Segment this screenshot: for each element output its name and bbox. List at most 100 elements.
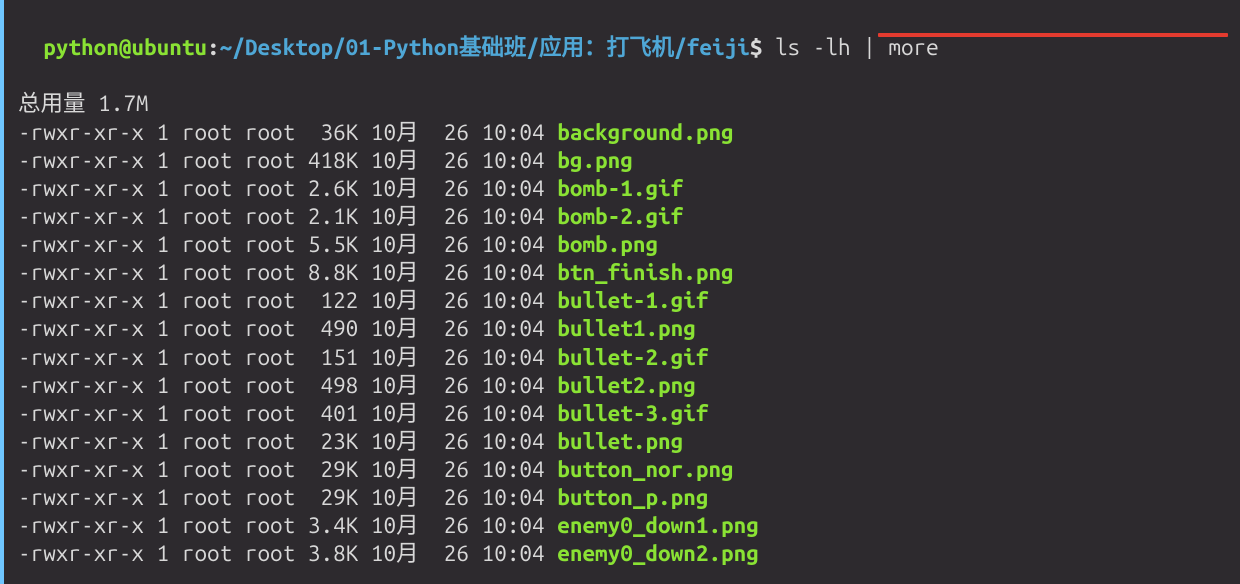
file-group: root	[245, 288, 295, 313]
file-size: 2.1K	[308, 204, 358, 229]
file-name: bomb-2.gif	[557, 204, 683, 229]
file-permissions: -rwxr-xr-x	[18, 148, 144, 173]
total-usage-line: 总用量 1.7M	[18, 90, 1232, 118]
file-row: -rwxr-xr-x 1 root root 490 10月 26 10:04 …	[18, 315, 1232, 343]
file-day: 26	[431, 288, 469, 313]
file-owner: root	[182, 288, 232, 313]
file-day: 26	[431, 345, 469, 370]
file-row: -rwxr-xr-x 1 root root 3.8K 10月 26 10:04…	[18, 540, 1232, 568]
file-group: root	[245, 541, 295, 566]
file-group: root	[245, 429, 295, 454]
file-owner: root	[182, 541, 232, 566]
file-group: root	[245, 513, 295, 538]
file-links: 1	[157, 316, 170, 341]
file-row: -rwxr-xr-x 1 root root 36K 10月 26 10:04 …	[18, 119, 1232, 147]
file-name: bullet2.png	[557, 373, 696, 398]
file-size: 122	[308, 288, 358, 313]
file-time: 10:04	[482, 148, 545, 173]
file-row: -rwxr-xr-x 1 root root 498 10月 26 10:04 …	[18, 372, 1232, 400]
file-month: 10月	[371, 513, 419, 538]
file-row: -rwxr-xr-x 1 root root 2.1K 10月 26 10:04…	[18, 203, 1232, 231]
file-group: root	[245, 457, 295, 482]
file-permissions: -rwxr-xr-x	[18, 260, 144, 285]
file-time: 10:04	[482, 485, 545, 510]
file-day: 26	[431, 232, 469, 257]
file-permissions: -rwxr-xr-x	[18, 288, 144, 313]
file-group: root	[245, 345, 295, 370]
file-owner: root	[182, 345, 232, 370]
file-size: 401	[308, 401, 358, 426]
command-text: ls -lh | more	[762, 35, 938, 60]
file-month: 10月	[371, 345, 419, 370]
file-size: 2.6K	[308, 176, 358, 201]
file-owner: root	[182, 260, 232, 285]
file-listing: -rwxr-xr-x 1 root root 36K 10月 26 10:04 …	[18, 119, 1232, 569]
file-links: 1	[157, 513, 170, 538]
file-day: 26	[431, 373, 469, 398]
file-permissions: -rwxr-xr-x	[18, 401, 144, 426]
file-day: 26	[431, 260, 469, 285]
file-group: root	[245, 204, 295, 229]
file-size: 23K	[308, 429, 358, 454]
file-group: root	[245, 485, 295, 510]
file-month: 10月	[371, 485, 419, 510]
file-name: bullet-2.gif	[557, 345, 708, 370]
file-size: 8.8K	[308, 260, 358, 285]
file-group: root	[245, 120, 295, 145]
file-group: root	[245, 260, 295, 285]
file-row: -rwxr-xr-x 1 root root 8.8K 10月 26 10:04…	[18, 259, 1232, 287]
file-permissions: -rwxr-xr-x	[18, 457, 144, 482]
file-day: 26	[431, 429, 469, 454]
file-name: button_p.png	[557, 485, 708, 510]
file-row: -rwxr-xr-x 1 root root 29K 10月 26 10:04 …	[18, 456, 1232, 484]
file-month: 10月	[371, 541, 419, 566]
file-time: 10:04	[482, 373, 545, 398]
file-permissions: -rwxr-xr-x	[18, 176, 144, 201]
file-permissions: -rwxr-xr-x	[18, 373, 144, 398]
file-row: -rwxr-xr-x 1 root root 5.5K 10月 26 10:04…	[18, 231, 1232, 259]
annotation-underline	[878, 33, 1228, 37]
file-month: 10月	[371, 120, 419, 145]
file-name: bullet-3.gif	[557, 401, 708, 426]
file-row: -rwxr-xr-x 1 root root 418K 10月 26 10:04…	[18, 147, 1232, 175]
file-time: 10:04	[482, 288, 545, 313]
file-links: 1	[157, 373, 170, 398]
file-permissions: -rwxr-xr-x	[18, 513, 144, 538]
file-name: bullet.png	[557, 429, 683, 454]
file-permissions: -rwxr-xr-x	[18, 232, 144, 257]
file-size: 151	[308, 345, 358, 370]
prompt-user: python	[43, 35, 119, 60]
file-links: 1	[157, 485, 170, 510]
file-size: 3.8K	[308, 541, 358, 566]
file-permissions: -rwxr-xr-x	[18, 316, 144, 341]
file-time: 10:04	[482, 232, 545, 257]
file-links: 1	[157, 204, 170, 229]
file-size: 36K	[308, 120, 358, 145]
file-name: bullet1.png	[557, 316, 696, 341]
file-name: bg.png	[557, 148, 633, 173]
file-links: 1	[157, 260, 170, 285]
file-name: button_nor.png	[557, 457, 733, 482]
file-month: 10月	[371, 176, 419, 201]
file-links: 1	[157, 541, 170, 566]
terminal-prompt-line[interactable]: python@ubuntu:~/Desktop/01-Python基础班/应用：…	[18, 6, 1232, 90]
file-row: -rwxr-xr-x 1 root root 3.4K 10月 26 10:04…	[18, 512, 1232, 540]
file-group: root	[245, 316, 295, 341]
file-name: background.png	[557, 120, 733, 145]
file-time: 10:04	[482, 457, 545, 482]
file-month: 10月	[371, 401, 419, 426]
file-row: -rwxr-xr-x 1 root root 151 10月 26 10:04 …	[18, 344, 1232, 372]
file-permissions: -rwxr-xr-x	[18, 429, 144, 454]
file-time: 10:04	[482, 204, 545, 229]
file-day: 26	[431, 120, 469, 145]
file-name: btn_finish.png	[557, 260, 733, 285]
file-owner: root	[182, 232, 232, 257]
prompt-path: ~/Desktop/01-Python基础班/应用：打飞机/feiji	[220, 35, 750, 60]
file-day: 26	[431, 148, 469, 173]
file-month: 10月	[371, 457, 419, 482]
file-day: 26	[431, 541, 469, 566]
file-size: 5.5K	[308, 232, 358, 257]
file-time: 10:04	[482, 260, 545, 285]
file-time: 10:04	[482, 176, 545, 201]
file-links: 1	[157, 401, 170, 426]
